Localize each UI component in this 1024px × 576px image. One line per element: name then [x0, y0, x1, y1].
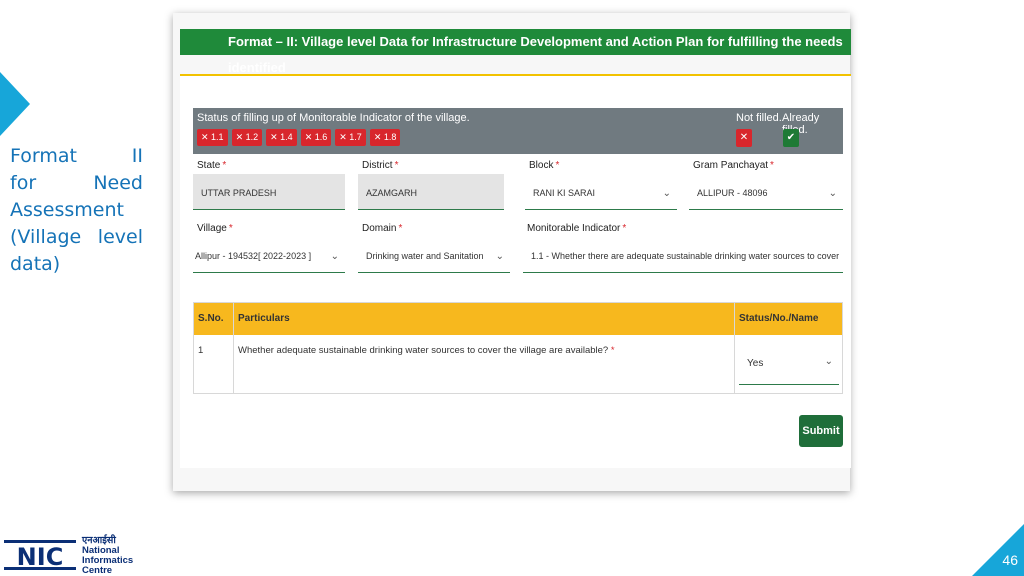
district-input[interactable]: AZAMGARH [358, 174, 504, 210]
district-field: District * AZAMGARH [358, 160, 504, 210]
status-select[interactable]: Yes ⌄ [739, 345, 839, 385]
district-label: District [362, 160, 393, 171]
state-label: State [197, 160, 221, 171]
required-mark: * [770, 160, 774, 171]
side-heading-line: Format II [10, 145, 143, 167]
monitorable-indicator-value: 1.1 - Whether there are adequate sustain… [531, 251, 839, 261]
form-header-title: Format – II: Village level Data for Infr… [180, 29, 851, 75]
domain-label: Domain [362, 223, 397, 234]
domain-select[interactable]: Drinking water and Sanitation ⌄ [358, 237, 510, 273]
column-header-sno: S.No. [198, 313, 224, 324]
nic-logo-mark: NIC [4, 540, 76, 571]
block-value: RANI KI SARAI [533, 188, 596, 198]
particulars-table: S.No. Particulars Status/No./Name 1 Whet… [193, 302, 843, 394]
table-row-particular: Whether adequate sustainable drinking wa… [238, 345, 615, 356]
chevron-down-icon: ⌄ [662, 188, 671, 199]
side-heading-line: data) [10, 253, 61, 275]
required-mark: * [610, 345, 615, 356]
column-header-particulars: Particulars [238, 313, 290, 324]
monitorable-indicator-label: Monitorable Indicator [527, 223, 621, 234]
chevron-down-icon: ⌄ [330, 251, 339, 262]
table-header: S.No. Particulars Status/No./Name [194, 303, 842, 335]
logo-line: Centre [82, 565, 113, 576]
gram-panchayat-field: Gram Panchayat * ALLIPUR - 48096 ⌄ [689, 160, 843, 210]
indicator-chip[interactable]: ✕ 1.8 [369, 129, 401, 146]
chevron-down-icon: ⌄ [495, 251, 504, 262]
indicator-status-bar: Status of filling up of Monitorable Indi… [193, 108, 843, 154]
not-filled-icon: ✕ [736, 129, 752, 147]
indicator-chip[interactable]: ✕ 1.7 [335, 129, 366, 146]
nic-mark-text: NIC [17, 543, 64, 571]
required-mark: * [622, 223, 627, 234]
required-mark: * [222, 160, 227, 171]
required-mark: * [555, 160, 560, 171]
gram-panchayat-label: Gram Panchayat [693, 160, 769, 171]
village-value: Allipur - 194532[ 2022-2023 ] [195, 251, 312, 261]
logo-text: एनआईसी National Informatics Centre [82, 536, 133, 576]
state-input[interactable]: UTTAR PRADESH [193, 174, 345, 210]
column-divider [233, 303, 234, 393]
column-header-status: Status/No./Name [739, 313, 819, 324]
village-select[interactable]: Allipur - 194532[ 2022-2023 ] ⌄ [193, 237, 345, 273]
accent-triangle-left [0, 72, 30, 136]
slide-number: 46 [1002, 552, 1018, 568]
nic-logo: NIC एनआईसी National Informatics Centre [4, 536, 134, 576]
indicator-chip[interactable]: ✕ 1.6 [300, 129, 332, 146]
monitorable-indicator-field: Monitorable Indicator * 1.1 - Whether the… [523, 223, 843, 273]
village-label: Village [197, 223, 227, 234]
required-mark: * [398, 223, 403, 234]
indicator-chip[interactable]: ✕ 1.4 [266, 129, 297, 146]
indicator-chip[interactable]: ✕ 1.2 [231, 129, 263, 146]
indicator-chip[interactable]: ✕ 1.1 [197, 129, 228, 146]
particular-text: Whether adequate sustainable drinking wa… [238, 345, 609, 356]
chevron-down-icon: ⌄ [828, 188, 837, 199]
accent-triangle-right [972, 524, 1024, 576]
submit-button[interactable]: Submit [799, 415, 843, 447]
slide-side-heading: Format II for Need Assessment (Village l… [10, 143, 143, 278]
legend-not-filled: Not filled. [736, 112, 782, 124]
gram-panchayat-value: ALLIPUR - 48096 [697, 188, 768, 198]
monitorable-indicator-select[interactable]: 1.1 - Whether there are adequate sustain… [523, 237, 843, 273]
block-label: Block [529, 160, 554, 171]
form-panel: Status of filling up of Monitorable Indi… [180, 76, 851, 468]
form-screenshot: Format – II: Village level Data for Infr… [173, 13, 851, 491]
state-field: State * UTTAR PRADESH [193, 160, 345, 210]
domain-field: Domain * Drinking water and Sanitation ⌄ [358, 223, 510, 273]
block-select[interactable]: RANI KI SARAI ⌄ [525, 174, 677, 210]
required-mark: * [394, 160, 399, 171]
table-row-sno: 1 [198, 345, 204, 356]
check-icon: ✔ [783, 129, 799, 147]
domain-value: Drinking water and Sanitation [366, 251, 484, 261]
village-field: Village * Allipur - 194532[ 2022-2023 ] ⌄ [193, 223, 345, 273]
status-title: Status of filling up of Monitorable Indi… [197, 112, 470, 124]
status-value: Yes [747, 358, 764, 369]
district-value: AZAMGARH [366, 188, 418, 198]
column-divider [734, 303, 735, 393]
side-heading-line: Assessment [10, 199, 124, 221]
state-value: UTTAR PRADESH [201, 188, 277, 198]
block-field: Block * RANI KI SARAI ⌄ [525, 160, 677, 210]
side-heading-line: for Need [10, 172, 143, 194]
gram-panchayat-select[interactable]: ALLIPUR - 48096 ⌄ [689, 174, 843, 210]
chevron-down-icon: ⌄ [824, 356, 833, 367]
status-chips: ✕ 1.1 ✕ 1.2 ✕ 1.4 ✕ 1.6 ✕ 1.7 ✕ 1.8 [197, 129, 401, 146]
required-mark: * [228, 223, 233, 234]
side-heading-line: (Village level [10, 226, 143, 248]
